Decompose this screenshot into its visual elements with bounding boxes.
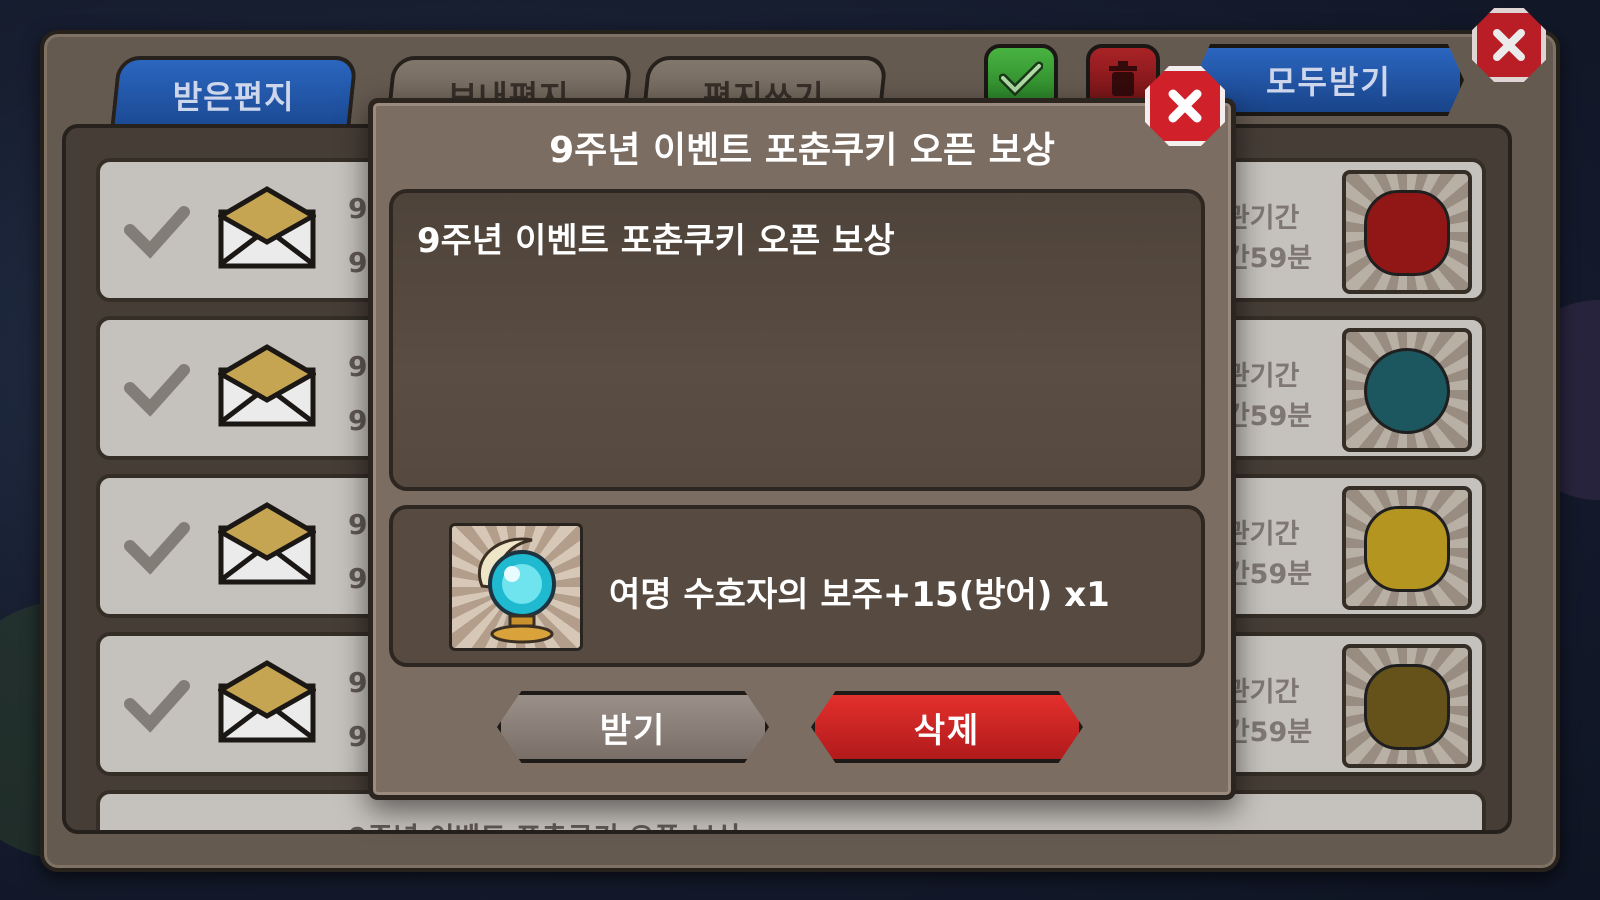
reward-item-icon — [449, 523, 583, 651]
close-dialog-button[interactable] — [1145, 66, 1225, 146]
message-text: 9주년 이벤트 포춘쿠키 오픈 보상 — [417, 221, 895, 261]
reward-item-name: 여명 수호자의 보주+15(방어) x1 — [609, 575, 1110, 615]
mail-detail-dialog: 9주년 이벤트 포춘쿠키 오픈 보상 9주년 이벤트 포춘쿠키 오픈 보상 여명… — [368, 98, 1236, 800]
close-icon — [1168, 89, 1202, 123]
reward-panel: 여명 수호자의 보주+15(방어) x1 — [389, 505, 1205, 667]
orb-icon — [478, 537, 556, 644]
message-body: 9주년 이벤트 포춘쿠키 오픈 보상 — [389, 189, 1205, 491]
delete-button[interactable]: 삭제 — [811, 691, 1083, 763]
receive-button[interactable]: 받기 — [497, 691, 769, 763]
dialog-title: 9주년 이벤트 포춘쿠키 오픈 보상 — [549, 130, 1055, 171]
